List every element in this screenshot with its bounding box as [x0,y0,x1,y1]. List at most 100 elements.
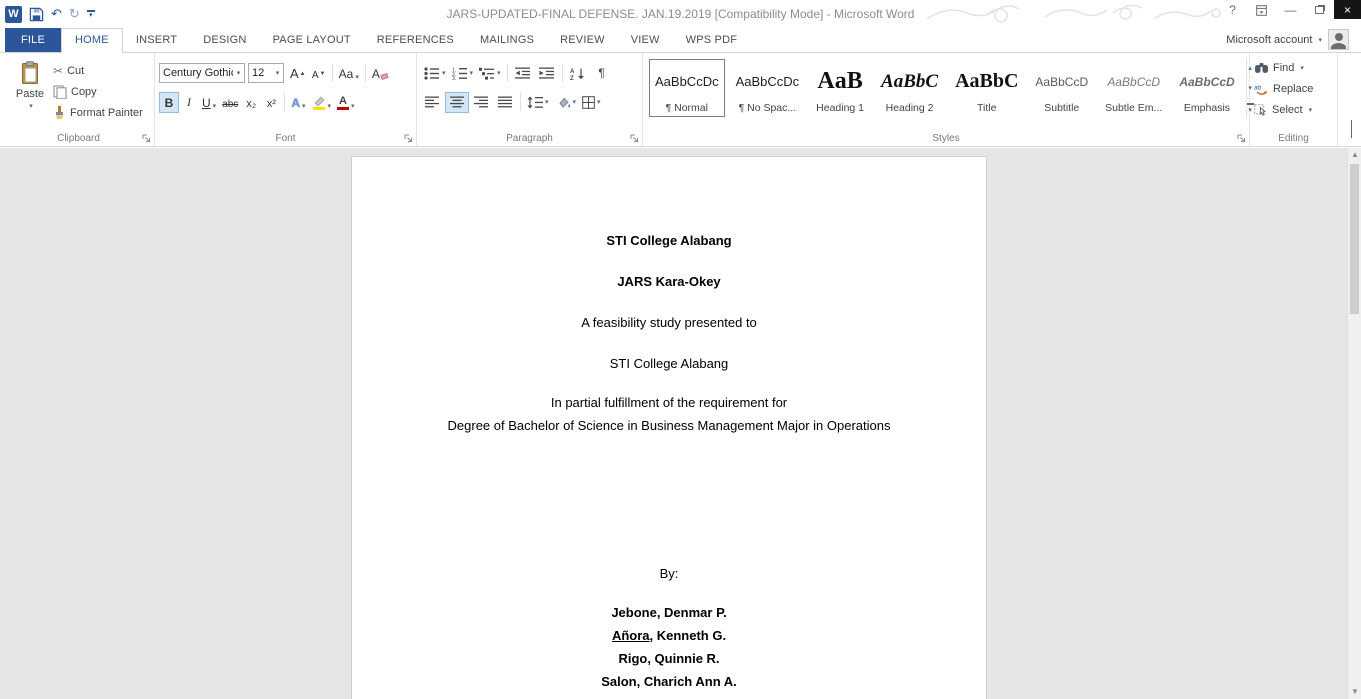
style-preview: AaBbC [881,70,939,92]
grow-font-button[interactable]: A ▲ [287,63,309,84]
select-button[interactable]: Select ▾ [1254,102,1334,118]
chevron-down-icon[interactable]: ▾ [1300,64,1304,72]
tab-mailings[interactable]: MAILINGS [467,28,547,52]
tab-insert[interactable]: INSERT [123,28,190,52]
help-icon[interactable]: ? [1218,0,1247,20]
numbering-button[interactable]: 1. 2. 3. ▾ [449,63,477,84]
style-heading-1[interactable]: AaB Heading 1 [810,59,870,117]
change-case-button[interactable]: Aa ▾ [336,63,362,84]
format-painter-button[interactable]: Format Painter [53,105,143,121]
scroll-up-icon[interactable]: ▲ [1348,148,1361,162]
borders-button[interactable]: ▾ [579,92,604,113]
style-name: Subtle Em... [1105,102,1163,114]
find-button[interactable]: Find ▾ [1254,60,1334,76]
tab-home[interactable]: HOME [61,28,123,53]
collapse-ribbon-button[interactable] [1351,120,1352,139]
shading-button[interactable]: ▾ [552,92,580,113]
style-preview: AaBbCcD [1035,74,1089,89]
document-page[interactable]: STI College Alabang JARS Kara-Okey A fea… [351,156,987,699]
document-area[interactable]: STI College Alabang JARS Kara-Okey A fea… [0,148,1361,699]
ribbon-display-options-icon[interactable] [1247,0,1276,20]
style-name: Subtitle [1044,102,1080,114]
increase-indent-button[interactable] [535,63,559,84]
tab-references[interactable]: REFERENCES [364,28,467,52]
doc-line: Añora, Kenneth G. [352,624,986,647]
font-color-button[interactable]: A ▾ [334,92,358,113]
font-family-select[interactable]: Century Gothic ▾ [159,63,245,83]
chevron-down-icon[interactable]: ▾ [597,98,601,106]
tab-page-layout[interactable]: PAGE LAYOUT [260,28,364,52]
scrollbar-thumb[interactable] [1350,164,1359,314]
tab-file[interactable]: FILE [5,28,62,52]
close-icon[interactable]: × [1334,0,1361,19]
font-size-select[interactable]: 12 ▾ [248,63,284,83]
style-normal[interactable]: AaBbCcDc ¶ Normal [649,59,725,117]
scroll-down-icon[interactable]: ▼ [1348,685,1361,699]
style-subtitle[interactable]: AaBbCcD Subtitle [1029,59,1094,117]
cut-button[interactable]: ✂ Cut [53,63,143,79]
chevron-down-icon[interactable]: ▾ [302,102,306,110]
chevron-down-icon[interactable]: ▾ [272,69,283,77]
tab-design[interactable]: DESIGN [190,28,259,52]
text-highlight-button[interactable]: ▾ [309,92,335,113]
italic-button[interactable]: I [179,92,199,113]
replace-button[interactable]: ab Replace [1254,81,1334,97]
show-hide-paragraph-button[interactable]: ¶ [590,63,614,84]
chevron-down-icon[interactable]: ▾ [233,69,244,77]
multilevel-list-button[interactable]: ▾ [476,63,504,84]
restore-icon[interactable] [1305,0,1334,20]
underline-button[interactable]: U ▾ [199,92,219,113]
font-dialog-launcher-icon[interactable] [404,134,413,143]
styles-dialog-launcher-icon[interactable] [1237,134,1246,143]
bullets-button[interactable]: ▾ [421,63,449,84]
tab-review[interactable]: REVIEW [547,28,618,52]
vertical-scrollbar[interactable]: ▲ ▼ [1347,148,1361,699]
chevron-down-icon[interactable]: ▾ [573,98,577,106]
justify-button[interactable] [493,92,517,113]
paste-dropdown-icon[interactable]: ▾ [29,102,33,110]
chevron-down-icon[interactable]: ▾ [545,98,549,106]
microsoft-account-menu[interactable]: Microsoft account ▾ [1226,28,1322,52]
align-left-button[interactable] [421,92,445,113]
sort-button[interactable]: AZ [566,63,590,84]
paste-label: Paste [15,88,45,100]
chevron-down-icon[interactable]: ▾ [1309,106,1313,114]
align-right-button[interactable] [469,92,493,113]
style-no-spacing[interactable]: AaBbCcDc ¶ No Spac... [730,59,806,117]
doc-line: Salon, Charich Ann A. [601,674,737,689]
strikethrough-button[interactable]: abc [219,92,241,113]
chevron-down-icon[interactable]: ▾ [213,102,217,110]
chevron-down-icon[interactable]: ▾ [470,69,474,77]
svg-text:ab: ab [1254,85,1262,92]
microsoft-account-label: Microsoft account [1226,34,1313,46]
underline-icon: U [202,95,211,110]
subscript-button[interactable]: x₂ [241,92,261,113]
style-emphasis[interactable]: AaBbCcD Emphasis [1173,59,1240,117]
copy-button[interactable]: Copy [53,84,143,100]
clipboard-dialog-launcher-icon[interactable] [142,134,151,143]
copy-icon [53,85,67,99]
tab-view[interactable]: VIEW [618,28,673,52]
paragraph-dialog-launcher-icon[interactable] [630,134,639,143]
chevron-down-icon[interactable]: ▾ [351,102,355,110]
text-effects-button[interactable]: A ▾ [288,92,308,113]
shrink-font-button[interactable]: A ▼ [309,63,329,84]
superscript-button[interactable]: x² [261,92,281,113]
avatar[interactable] [1328,29,1349,50]
style-heading-2[interactable]: AaBbC Heading 2 [875,59,944,117]
clear-formatting-button[interactable]: A [369,63,391,84]
chevron-down-icon[interactable]: ▾ [328,102,332,110]
doc-line: JARS Kara-Okey [617,274,721,289]
style-subtle-emphasis[interactable]: AaBbCcD Subtle Em... [1099,59,1168,117]
chevron-down-icon[interactable]: ▾ [497,69,501,77]
paste-button[interactable]: Paste ▾ [7,56,53,129]
minimize-icon[interactable]: — [1276,0,1305,20]
bold-button[interactable]: B [159,91,179,113]
style-title[interactable]: AaBbC Title [949,59,1024,117]
align-center-button[interactable] [445,91,469,113]
chevron-down-icon[interactable]: ▾ [442,69,446,77]
find-label: Find [1273,62,1295,74]
decrease-indent-button[interactable] [511,63,535,84]
tab-wps-pdf[interactable]: WPS PDF [673,28,751,52]
line-spacing-button[interactable]: ▾ [524,92,552,113]
